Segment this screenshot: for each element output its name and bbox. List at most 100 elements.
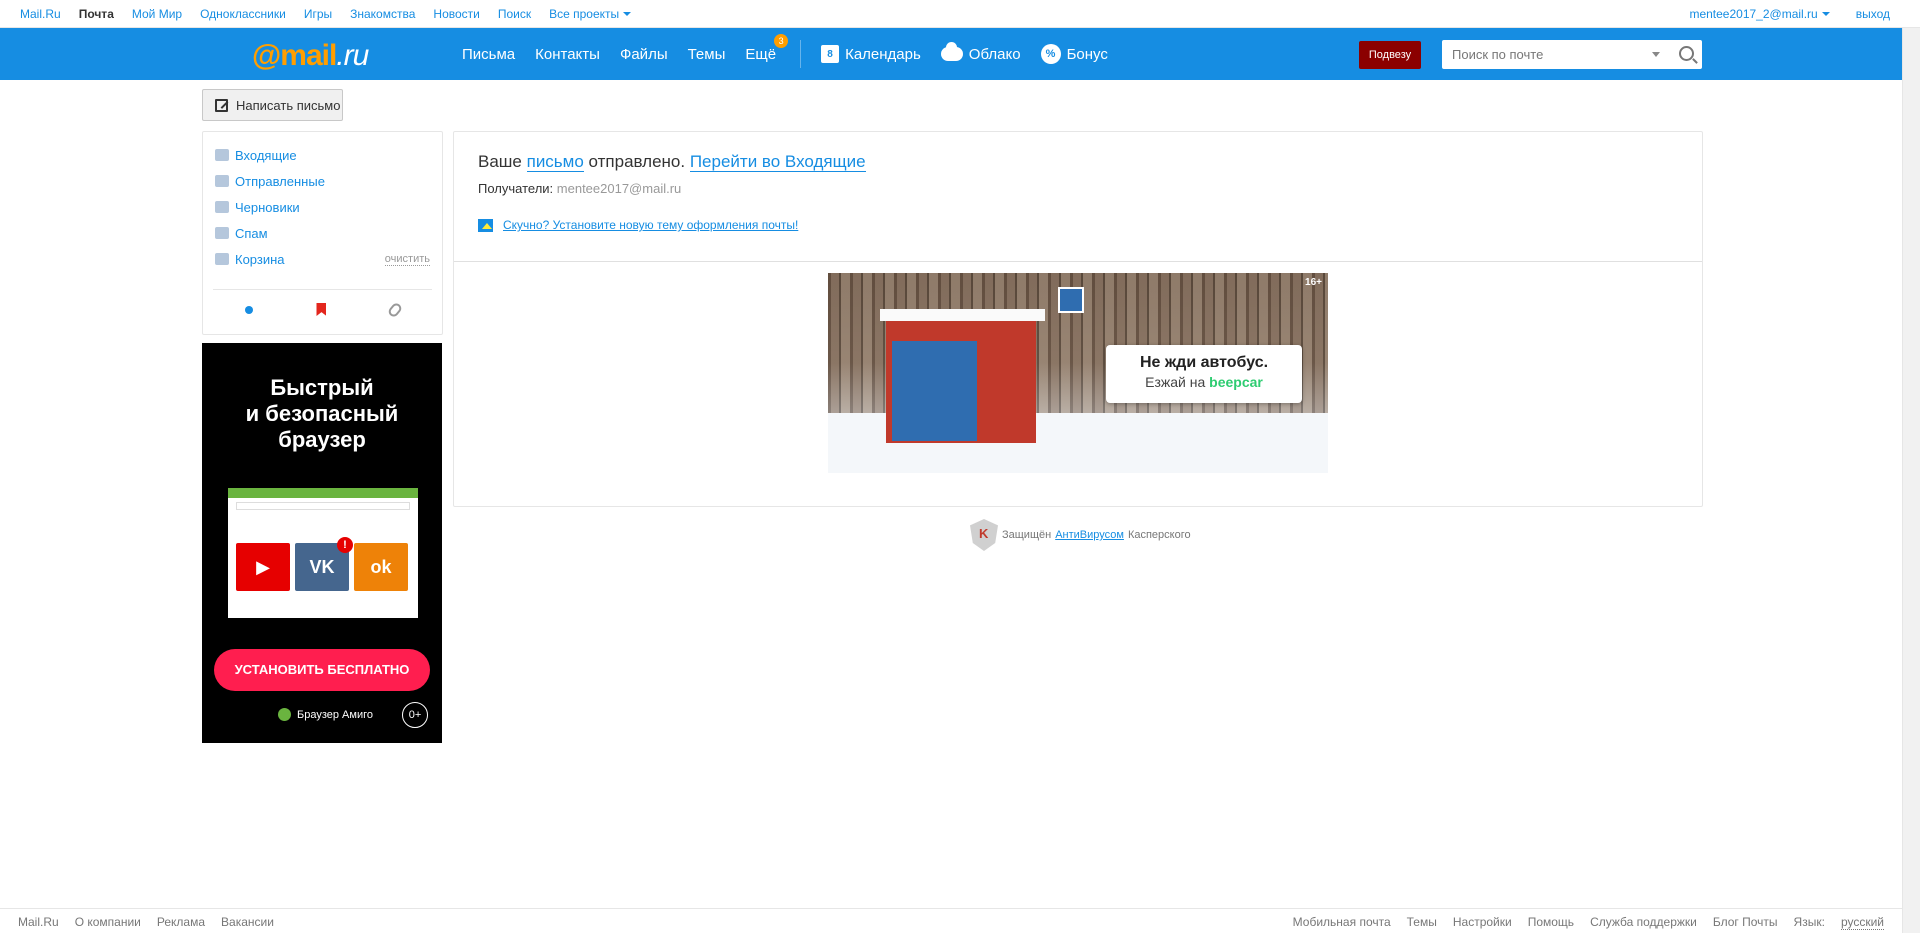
nav-more-badge: 3 xyxy=(774,33,789,48)
chevron-down-icon xyxy=(623,12,632,17)
banner-card: Не жди автобус. Езжай на beepcar xyxy=(1106,345,1302,403)
search-input[interactable] xyxy=(1442,40,1642,69)
nav-bonus[interactable]: % Бонус xyxy=(1040,44,1108,64)
footer-link-themes[interactable]: Темы xyxy=(1407,915,1437,930)
folder-trash-label: Корзина xyxy=(235,251,285,267)
nav-themes[interactable]: Темы xyxy=(688,46,726,63)
portal-link-mail[interactable]: Почта xyxy=(79,7,114,21)
footer-left: Mail.Ru О компании Реклама Вакансии xyxy=(18,915,274,929)
nav-bonus-label: Бонус xyxy=(1066,45,1108,63)
footer-link-mobile[interactable]: Мобильная почта xyxy=(1293,915,1391,930)
folder-spam[interactable]: Спам xyxy=(215,220,430,246)
footer-link-mailru[interactable]: Mail.Ru xyxy=(18,915,59,929)
footer-link-ads[interactable]: Реклама xyxy=(157,915,205,929)
folder-drafts[interactable]: Черновики xyxy=(215,194,430,220)
recipients-label: Получатели: xyxy=(478,181,557,196)
portal-link-mailru[interactable]: Mail.Ru xyxy=(20,7,61,21)
logo-mail: mail xyxy=(280,39,337,72)
portal-link-news[interactable]: Новости xyxy=(433,7,479,21)
attachment-filter-icon[interactable] xyxy=(386,300,404,319)
portal-link-dating[interactable]: Знакомства xyxy=(350,7,415,21)
footer-link-blog[interactable]: Блог Почты xyxy=(1713,915,1778,930)
clear-trash-link[interactable]: очистить xyxy=(384,253,430,266)
portal-link-all-projects[interactable]: Все проекты xyxy=(549,7,632,21)
image-icon xyxy=(478,218,493,232)
kaspersky-link[interactable]: АнтиВирусом xyxy=(1055,529,1124,541)
envelope-icon xyxy=(215,149,229,161)
recipients: Получатели: mentee2017@mail.ru xyxy=(478,181,681,196)
recipients-value: mentee2017@mail.ru xyxy=(556,181,682,196)
footer-link-support[interactable]: Служба поддержки xyxy=(1590,915,1697,930)
footer-right: Мобильная почта Темы Настройки Помощь Сл… xyxy=(1293,915,1884,930)
content-divider xyxy=(454,261,1702,262)
nav-contacts[interactable]: Контакты xyxy=(535,46,600,63)
sent-letter-link[interactable]: письмо xyxy=(526,152,584,172)
kaspersky-suffix: Касперского xyxy=(1127,529,1191,541)
portal-bar: Mail.Ru Почта Мой Мир Одноклассники Игры… xyxy=(0,0,1920,28)
footer-lang-label: Язык: xyxy=(1793,914,1825,929)
portal-link-ok[interactable]: Одноклассники xyxy=(200,7,286,21)
mail-search xyxy=(1442,40,1702,69)
nav-divider xyxy=(800,40,802,68)
mail-header: @mail.ru Письма Контакты Файлы Темы Ещё 3… xyxy=(0,28,1920,80)
vk-icon: VK! xyxy=(295,537,353,591)
nav-letters[interactable]: Письма xyxy=(462,46,515,63)
kaspersky-shield-icon xyxy=(970,519,998,551)
folder-inbox[interactable]: Входящие xyxy=(215,142,430,168)
folder-trash[interactable]: Корзина очистить xyxy=(215,246,430,272)
banner-bus-stop xyxy=(880,309,1045,443)
nav-more[interactable]: Ещё 3 xyxy=(745,33,789,63)
user-email: mentee2017_2@mail.ru xyxy=(1689,6,1818,21)
nav-files[interactable]: Файлы xyxy=(620,46,668,63)
ad-browser-bar xyxy=(228,488,418,498)
footer-link-help[interactable]: Помощь xyxy=(1528,915,1574,930)
go-to-inbox-link[interactable]: Перейти во Входящие xyxy=(689,152,866,172)
kaspersky-prefix: Защищён xyxy=(1002,529,1052,541)
search-icon[interactable] xyxy=(1679,46,1694,61)
folder-sent[interactable]: Отправленные xyxy=(215,168,430,194)
search-options-dropdown[interactable] xyxy=(1652,52,1660,57)
folder-drafts-label: Черновики xyxy=(235,199,300,215)
unread-filter-icon[interactable] xyxy=(244,305,253,314)
draft-icon xyxy=(215,201,229,213)
ad-headline-line2: и безопасный xyxy=(245,401,399,426)
ad-install-button[interactable]: УСТАНОВИТЬ БЕСПЛАТНО xyxy=(214,649,430,691)
podvezu-button[interactable]: Подвезу xyxy=(1359,41,1421,69)
portal-link-myworld[interactable]: Мой Мир xyxy=(132,7,182,21)
portal-link-games[interactable]: Игры xyxy=(304,7,332,21)
ad-headline-line1: Быстрый xyxy=(270,375,374,400)
bonus-icon: % xyxy=(1040,44,1061,64)
nav-calendar[interactable]: Календарь xyxy=(821,45,921,63)
sent-message: Ваше письмо отправлено. Перейти во Входя… xyxy=(478,152,866,172)
footer-lang-select[interactable]: русский xyxy=(1840,915,1884,930)
logo-ru: .ru xyxy=(336,39,369,72)
ad-age-rating: 0+ xyxy=(402,702,428,728)
banner-age-rating: 16+ xyxy=(1305,277,1322,288)
page-scrollbar[interactable] xyxy=(1902,28,1920,933)
footer-link-settings[interactable]: Настройки xyxy=(1453,915,1512,930)
flag-filter-icon[interactable] xyxy=(316,303,327,316)
ad-headline: Быстрый и безопасный браузер xyxy=(202,375,442,453)
cloud-icon xyxy=(940,42,963,61)
ad-brand-label: Браузер Амиго xyxy=(297,708,373,721)
nav-calendar-label: Календарь xyxy=(845,45,921,63)
nav-more-label: Ещё xyxy=(745,45,777,63)
ad-browser-address xyxy=(236,502,410,510)
portal-link-search[interactable]: Поиск xyxy=(498,7,531,21)
folder-inbox-label: Входящие xyxy=(235,147,297,163)
user-menu[interactable]: mentee2017_2@mail.ru xyxy=(1689,6,1830,21)
trash-icon xyxy=(215,253,229,265)
footer-link-about[interactable]: О компании xyxy=(75,915,141,929)
compose-button[interactable]: Написать письмо xyxy=(202,89,343,121)
mailru-logo[interactable]: @mail.ru xyxy=(252,39,369,73)
calendar-icon xyxy=(821,45,840,63)
theme-promo-link[interactable]: Скучно? Установите новую тему оформления… xyxy=(503,218,798,232)
kaspersky-protection: Защищён АнтиВирусом Касперского xyxy=(970,519,1191,551)
nav-cloud[interactable]: Облако xyxy=(940,42,1021,63)
banner-line1: Не жди автобус. xyxy=(1139,354,1269,371)
thumbs-down-icon xyxy=(215,227,229,239)
browser-ad[interactable]: Быстрый и безопасный браузер ▶ VK! ok УС… xyxy=(202,343,442,743)
logout-link[interactable]: выход xyxy=(1856,7,1890,21)
footer-link-jobs[interactable]: Вакансии xyxy=(221,915,274,929)
beepcar-banner[interactable]: Не жди автобус. Езжай на beepcar 16+ xyxy=(828,273,1328,473)
